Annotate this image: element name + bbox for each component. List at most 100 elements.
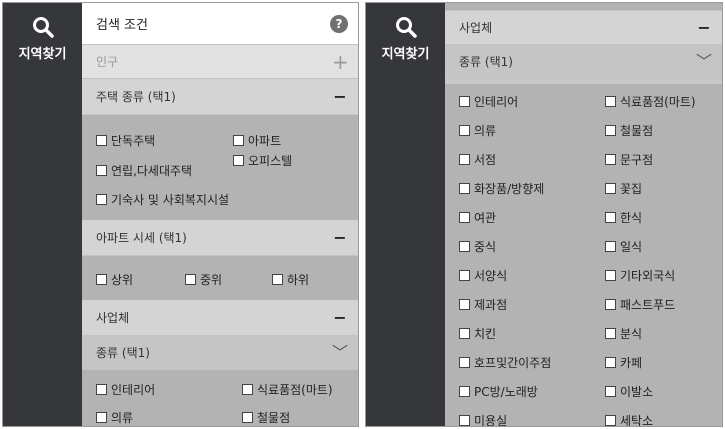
checkbox[interactable] [459, 299, 470, 310]
checkbox-option[interactable]: 서양식 [459, 267, 507, 284]
checkbox[interactable] [96, 412, 107, 423]
checkbox-option[interactable]: 아파트 [233, 132, 281, 149]
search-icon[interactable] [31, 15, 55, 39]
filter-content: 사업체 − 종류 (택1) ﹀ 인테리어 식료품점(마트) 의류 철물점서점 문구점화장… [445, 3, 722, 426]
checkbox[interactable] [242, 384, 253, 395]
checkbox[interactable] [605, 357, 616, 368]
checkbox-option[interactable]: 철물점 [242, 409, 290, 426]
checkbox-option[interactable]: 이발소 [605, 383, 653, 400]
checkbox[interactable] [605, 415, 616, 426]
checkbox[interactable] [605, 125, 616, 136]
help-icon[interactable]: ? [330, 14, 348, 33]
checkbox-option[interactable]: 오피스텔 [233, 152, 292, 169]
checkbox[interactable] [96, 165, 107, 176]
filter-content: 검색 조건 ? 인구 + 주택 종류 (택1) − 단독주택 아파트 연립,다세… [82, 3, 358, 426]
checkbox[interactable] [96, 384, 107, 395]
checkbox[interactable] [96, 194, 107, 205]
expand-icon[interactable]: + [332, 52, 349, 72]
checkbox[interactable] [459, 96, 470, 107]
checkbox[interactable] [605, 299, 616, 310]
checkbox-option[interactable]: 카페 [605, 354, 642, 371]
checkbox-option[interactable]: 호프및간이주점 [459, 354, 551, 371]
checkbox[interactable] [605, 241, 616, 252]
checkbox[interactable] [459, 183, 470, 194]
business-options: 인테리어 식료품점(마트) 의류 철물점서점 문구점화장품/방향제 꽃집여관 한식중식 일식서… [445, 84, 722, 426]
checkbox-option[interactable]: 제과점 [459, 296, 507, 313]
checkbox-option[interactable]: 기타외국식 [605, 267, 675, 284]
rail-title: 지역찾기 [18, 47, 67, 62]
checkbox[interactable] [272, 274, 283, 285]
checkbox[interactable] [96, 135, 107, 146]
checkbox[interactable] [459, 270, 470, 281]
chevron-down-icon[interactable]: ﹀ [332, 344, 348, 361]
checkbox[interactable] [233, 155, 244, 166]
checkbox-option[interactable]: 패스트푸드 [605, 296, 675, 313]
checkbox-option[interactable]: 철물점 [605, 122, 653, 139]
checkbox[interactable] [605, 386, 616, 397]
checkbox-option[interactable]: 화장품/방향제 [459, 180, 544, 197]
checkbox-option[interactable]: 연립,다세대주택 [96, 162, 192, 179]
checkbox-option[interactable]: 하위 [272, 271, 309, 288]
page-title: 검색 조건 [96, 18, 148, 33]
collapse-icon[interactable]: − [332, 88, 348, 105]
chevron-down-icon[interactable]: ﹀ [696, 53, 712, 70]
checkbox[interactable] [605, 328, 616, 339]
checkbox-option[interactable]: 분식 [605, 325, 642, 342]
checkbox[interactable] [459, 386, 470, 397]
collapse-icon[interactable]: − [332, 229, 348, 246]
business-type-dropdown[interactable]: 종류 (택1) ﹀ [82, 336, 358, 370]
checkbox-option[interactable]: 식료품점(마트) [242, 381, 333, 398]
checkbox[interactable] [605, 212, 616, 223]
checkbox[interactable] [459, 328, 470, 339]
checkbox[interactable] [605, 96, 616, 107]
search-icon[interactable] [394, 15, 418, 39]
checkbox[interactable] [233, 135, 244, 146]
checkbox-option[interactable]: 한식 [605, 209, 642, 226]
section-housing-type[interactable]: 주택 종류 (택1) − [82, 79, 358, 115]
checkbox-option[interactable]: 세탁소 [605, 412, 653, 426]
checkbox[interactable] [242, 412, 253, 423]
checkbox[interactable] [459, 212, 470, 223]
section-title: 아파트 시세 (택1) [96, 231, 187, 245]
checkbox[interactable] [459, 415, 470, 426]
checkbox[interactable] [96, 274, 107, 285]
checkbox[interactable] [459, 154, 470, 165]
checkbox[interactable] [459, 357, 470, 368]
checkbox-option[interactable]: 서점 [459, 151, 496, 168]
checkbox-option[interactable]: 중식 [459, 238, 496, 255]
checkbox-option[interactable]: 인테리어 [96, 381, 155, 398]
checkbox-option[interactable]: 식료품점(마트) [605, 93, 696, 110]
checkbox[interactable] [605, 183, 616, 194]
section-title: 사업체 [96, 311, 130, 325]
checkbox[interactable] [185, 274, 196, 285]
checkbox[interactable] [605, 270, 616, 281]
checkbox[interactable] [605, 154, 616, 165]
checkbox-option[interactable]: 기숙사 및 사회복지시설 [96, 191, 229, 208]
checkbox-option[interactable]: 문구점 [605, 151, 653, 168]
housing-options: 단독주택 아파트 연립,다세대주택 오피스텔 기숙사 및 사회복지시설 [82, 115, 358, 220]
checkbox-option[interactable]: 미용실 [459, 412, 507, 426]
checkbox-option[interactable]: PC방/노래방 [459, 383, 538, 400]
checkbox-option[interactable]: 치킨 [459, 325, 496, 342]
checkbox-option[interactable]: 인테리어 [459, 93, 518, 110]
checkbox[interactable] [459, 241, 470, 252]
section-business[interactable]: 사업체 − [82, 300, 358, 336]
checkbox-option[interactable]: 상위 [96, 271, 133, 288]
collapse-icon[interactable]: − [696, 19, 712, 36]
checkbox-option[interactable]: 중위 [185, 271, 222, 288]
search-conditions-header: 검색 조건 ? [82, 3, 358, 45]
section-business[interactable]: 사업체 − [445, 11, 722, 45]
section-title: 사업체 [459, 21, 493, 35]
checkbox-option[interactable]: 단독주택 [96, 132, 155, 149]
section-apartment-price[interactable]: 아파트 시세 (택1) − [82, 220, 358, 256]
business-type-dropdown[interactable]: 종류 (택1) ﹀ [445, 45, 722, 79]
section-title: 인구 [96, 55, 119, 69]
checkbox-option[interactable]: 의류 [96, 409, 133, 426]
collapse-icon[interactable]: − [332, 309, 348, 326]
checkbox-option[interactable]: 의류 [459, 122, 496, 139]
checkbox-option[interactable]: 꽃집 [605, 180, 642, 197]
section-population[interactable]: 인구 + [82, 45, 358, 79]
checkbox-option[interactable]: 여관 [459, 209, 496, 226]
checkbox-option[interactable]: 일식 [605, 238, 642, 255]
checkbox[interactable] [459, 125, 470, 136]
